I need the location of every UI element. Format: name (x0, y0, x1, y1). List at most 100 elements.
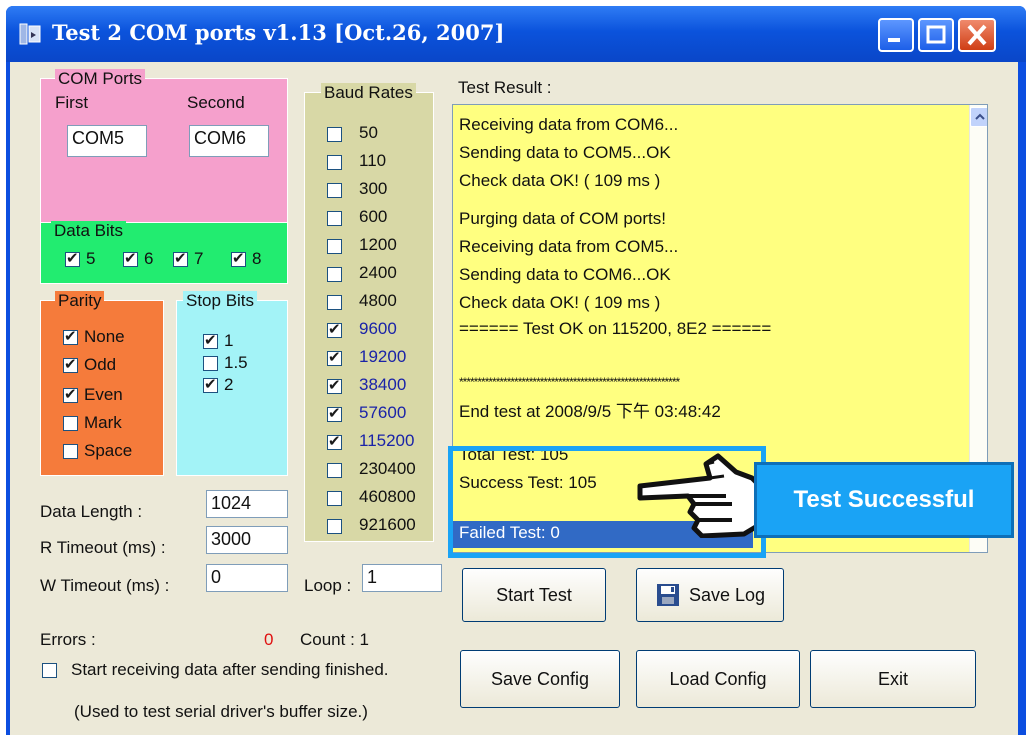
baud-rate-label: 50 (359, 123, 378, 142)
data-length-label: Data Length : (40, 502, 143, 521)
baud-rate-checkbox[interactable] (327, 127, 342, 142)
stop-bits-title: Stop Bits (183, 291, 258, 311)
parity-none-checkbox[interactable]: None (63, 327, 125, 347)
data-bits-title: Data Bits (51, 221, 126, 241)
floppy-disk-icon (656, 584, 679, 606)
loop-label: Loop : (304, 576, 352, 595)
baud-rate-checkbox[interactable] (327, 432, 342, 450)
second-com-field[interactable]: COM6 (189, 125, 269, 157)
test-result-line: Receiving data from COM5... (459, 237, 679, 256)
baud-rate-checkbox[interactable] (327, 320, 342, 338)
baud-rates-group: Baud Rates 50 110 300 600 1200 2400 4800 9600 19… (304, 83, 434, 542)
baud-rates-title: Baud Rates (321, 83, 416, 103)
baud-rate-label: 2400 (359, 263, 397, 282)
test-result-line: End test at 2008/9/5 下午 03:48:42 (459, 402, 721, 421)
baud-rate-label: 57600 (359, 403, 407, 422)
parity-title: Parity (55, 291, 105, 311)
baud-rate-checkbox[interactable] (327, 348, 342, 366)
test-result-line: ****************************************… (459, 375, 680, 389)
baud-rate-label: 300 (359, 179, 388, 198)
app-window: Test 2 COM ports v1.13 [Oct.26, 2007] CO… (6, 6, 1026, 735)
parity-odd-checkbox[interactable]: Odd (63, 355, 116, 375)
w-timeout-field[interactable]: 0 (206, 564, 288, 592)
buffer-note: (Used to test serial driver's buffer siz… (74, 702, 368, 721)
stop-bits-group: Stop Bits 1 1.5 2 (176, 291, 288, 476)
errors-label: Errors : (40, 630, 96, 649)
pointing-hand-icon (637, 453, 767, 538)
baud-rate-checkbox[interactable] (327, 267, 342, 282)
parity-space-checkbox[interactable]: Space (63, 441, 132, 461)
test-result-line: ====== Test OK on 115200, 8E2 ====== (459, 319, 772, 338)
baud-rate-label: 110 (359, 151, 387, 170)
r-timeout-field[interactable]: 3000 (206, 526, 288, 554)
close-button[interactable] (958, 18, 996, 52)
count-label: Count : 1 (300, 630, 369, 649)
baud-rate-label: 4800 (359, 291, 397, 310)
app-icon (19, 23, 41, 45)
baud-rate-label: 19200 (359, 347, 407, 366)
test-result-line: Receiving data from COM6... (459, 115, 679, 134)
save-log-button[interactable]: Save Log (636, 568, 784, 622)
com-ports-group: COM Ports First Second COM5 COM6 (40, 69, 288, 226)
baud-rate-checkbox[interactable] (327, 463, 342, 478)
baud-rate-checkbox[interactable] (327, 376, 342, 394)
test-result-line: Sending data to COM5...OK (459, 143, 671, 162)
scroll-up-button[interactable] (970, 107, 987, 127)
baud-rate-checkbox[interactable] (327, 211, 342, 226)
close-icon (967, 24, 987, 46)
data-length-field[interactable]: 1024 (206, 490, 288, 518)
baud-rate-label: 115200 (359, 431, 415, 450)
save-config-button[interactable]: Save Config (460, 650, 620, 708)
chevron-up-icon (975, 113, 985, 120)
data-bits-8-checkbox[interactable]: 8 (231, 249, 261, 269)
baud-rate-label: 38400 (359, 375, 407, 394)
baud-rate-label: 1200 (359, 235, 397, 254)
baud-rate-label: 230400 (359, 459, 416, 478)
baud-rate-label: 921600 (359, 515, 416, 534)
second-label: Second (187, 93, 245, 112)
minimize-icon (888, 38, 900, 42)
baud-rate-checkbox[interactable] (327, 155, 342, 170)
test-result-line: Check data OK! ( 109 ms ) (459, 293, 661, 312)
start-after-sending-checkbox[interactable]: Start receiving data after sending finis… (42, 660, 389, 680)
maximize-button[interactable] (918, 18, 954, 52)
data-bits-group: Data Bits 5 6 7 8 (40, 221, 288, 284)
com-ports-title: COM Ports (55, 69, 146, 89)
parity-mark-checkbox[interactable]: Mark (63, 413, 122, 433)
window-title: Test 2 COM ports v1.13 [Oct.26, 2007] (52, 20, 505, 45)
baud-rate-checkbox[interactable] (327, 183, 342, 198)
data-bits-7-checkbox[interactable]: 7 (173, 249, 203, 269)
exit-button[interactable]: Exit (810, 650, 976, 708)
test-result-line: Check data OK! ( 109 ms ) (459, 171, 661, 190)
test-result-line: Sending data to COM6...OK (459, 265, 671, 284)
maximize-icon (926, 25, 946, 44)
stop-bits-1-5-checkbox[interactable]: 1.5 (203, 353, 248, 373)
stop-bits-2-checkbox[interactable]: 2 (203, 375, 233, 395)
data-bits-6-checkbox[interactable]: 6 (123, 249, 153, 269)
save-log-label: Save Log (688, 584, 766, 605)
w-timeout-label: W Timeout (ms) : (40, 576, 170, 595)
baud-rate-label: 9600 (359, 319, 397, 338)
errors-value: 0 (264, 630, 274, 649)
title-bar[interactable]: Test 2 COM ports v1.13 [Oct.26, 2007] (6, 6, 1026, 62)
data-bits-5-checkbox[interactable]: 5 (65, 249, 95, 269)
test-result-label: Test Result : (458, 78, 552, 97)
baud-rate-label: 460800 (359, 487, 416, 506)
parity-group: Parity None Odd Even Mark Space (40, 291, 164, 476)
test-result-line: Purging data of COM ports! (459, 209, 666, 228)
load-config-button[interactable]: Load Config (636, 650, 800, 708)
baud-rate-checkbox[interactable] (327, 404, 342, 422)
first-com-field[interactable]: COM5 (67, 125, 147, 157)
stop-bits-1-checkbox[interactable]: 1 (203, 331, 233, 351)
loop-field[interactable]: 1 (362, 564, 442, 592)
baud-rate-checkbox[interactable] (327, 295, 342, 310)
baud-rate-checkbox[interactable] (327, 239, 342, 254)
minimize-button[interactable] (878, 18, 914, 52)
parity-even-checkbox[interactable]: Even (63, 385, 123, 405)
first-label: First (55, 93, 89, 112)
start-test-button[interactable]: Start Test (462, 568, 606, 622)
baud-rate-checkbox[interactable] (327, 519, 342, 534)
dialog-client: COM Ports First Second COM5 COM6 Data Bi… (10, 62, 1018, 735)
test-successful-callout: Test Successful (754, 462, 1014, 538)
baud-rate-checkbox[interactable] (327, 491, 342, 506)
